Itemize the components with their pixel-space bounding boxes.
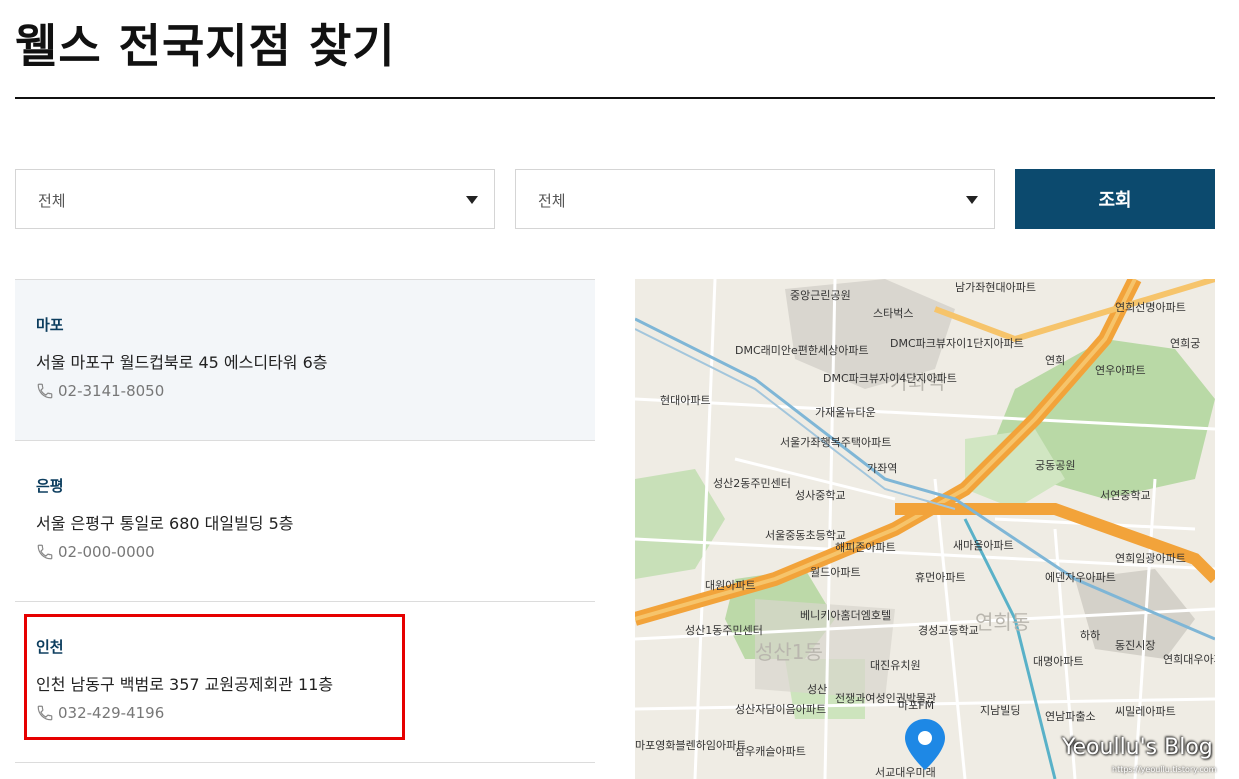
svg-text:지남빌딩: 지남빌딩 [980, 704, 1020, 717]
district-select[interactable]: 전체 [515, 169, 995, 229]
list-divider [15, 762, 595, 763]
svg-text:성산1동주민센터: 성산1동주민센터 [685, 624, 763, 637]
branch-address: 인천 남동구 백범로 357 교원공제회관 11층 [36, 675, 334, 694]
branch-name: 마포 [36, 316, 64, 334]
svg-text:대진유치원: 대진유치원 [870, 659, 921, 672]
map-view[interactable]: 가좌역 성산1동 연희동 중앙근린공원 남가좌현대아파트 스타벅스 연희선명아파… [635, 279, 1215, 779]
svg-text:성산1동: 성산1동 [755, 640, 823, 664]
phone-icon [37, 544, 53, 560]
svg-text:DMC파크뷰자이4단지아파트: DMC파크뷰자이4단지아파트 [823, 372, 957, 385]
svg-text:성산2동주민센터: 성산2동주민센터 [713, 477, 791, 490]
svg-text:대명아파트: 대명아파트 [1033, 655, 1084, 668]
branch-item-eunpyeong[interactable]: 은평 서울 은평구 통일로 680 대일빌딩 5층 02-000-0000 [15, 440, 595, 601]
svg-text:성산자담이음아파트: 성산자담이음아파트 [735, 703, 826, 716]
svg-text:서연중학교: 서연중학교 [1100, 489, 1151, 502]
svg-text:마포FM: 마포FM [898, 699, 934, 712]
branch-phone[interactable]: 02-000-0000 [36, 543, 155, 561]
title-divider [15, 97, 1215, 99]
branch-name: 인천 [36, 638, 64, 656]
svg-text:DMC파크뷰자이1단지아파트: DMC파크뷰자이1단지아파트 [890, 337, 1024, 350]
branch-phone-number: 02-3141-8050 [58, 382, 165, 400]
watermark: Yeoullu's Blog [1062, 735, 1213, 760]
svg-text:남가좌현대아파트: 남가좌현대아파트 [955, 281, 1036, 294]
svg-text:마포영화블렌하임아파트: 마포영화블렌하임아파트 [635, 738, 746, 752]
branch-phone[interactable]: 02-3141-8050 [36, 382, 164, 400]
svg-text:베니키아홈더엠호텔: 베니키아홈더엠호텔 [800, 608, 891, 622]
page-title: 웰스 전국지점 찾기 [15, 19, 396, 73]
svg-text:연희대우아파트: 연희대우아파트 [1163, 653, 1215, 666]
svg-text:연희동: 연희동 [975, 610, 1030, 634]
svg-text:에덴자우아파트: 에덴자우아파트 [1045, 571, 1116, 584]
search-button[interactable]: 조회 [1015, 169, 1215, 229]
svg-text:경성고등학교: 경성고등학교 [918, 624, 979, 637]
svg-text:대원아파트: 대원아파트 [705, 579, 756, 592]
svg-text:동진시장: 동진시장 [1115, 639, 1155, 652]
branch-item-incheon[interactable]: 인천 인천 남동구 백범로 357 교원공제회관 11층 032-429-419… [15, 601, 595, 762]
svg-text:성산: 성산 [807, 683, 827, 696]
svg-text:궁동공원: 궁동공원 [1035, 459, 1075, 472]
chevron-down-icon [466, 196, 478, 204]
branch-phone-number: 02-000-0000 [58, 543, 155, 561]
svg-text:해피존아파트: 해피존아파트 [835, 540, 896, 554]
svg-text:하하: 하하 [1080, 628, 1100, 642]
watermark-url: https://yeoullu.tistory.com [1112, 765, 1217, 774]
branch-address: 서울 은평구 통일로 680 대일빌딩 5층 [36, 514, 294, 533]
svg-text:새마을아파트: 새마을아파트 [953, 539, 1014, 552]
district-select-value: 전체 [538, 192, 566, 210]
phone-icon [37, 705, 53, 721]
svg-text:현대아파트: 현대아파트 [660, 394, 711, 407]
region-select[interactable]: 전체 [15, 169, 495, 229]
svg-text:연희임광아파트: 연희임광아파트 [1115, 552, 1186, 565]
branch-address: 서울 마포구 월드컵북로 45 에스디타워 6층 [36, 353, 328, 372]
branch-name: 은평 [36, 477, 64, 495]
chevron-down-icon [966, 196, 978, 204]
branch-list: 마포 서울 마포구 월드컵북로 45 에스디타워 6층 02-3141-8050… [15, 279, 595, 763]
svg-text:성사중학교: 성사중학교 [795, 489, 846, 502]
svg-text:연희: 연희 [1045, 354, 1065, 367]
svg-text:연우아파트: 연우아파트 [1095, 364, 1146, 377]
region-select-value: 전체 [38, 192, 66, 210]
svg-text:연남파출소: 연남파출소 [1045, 710, 1096, 723]
svg-text:서울가좌행복주택아파트: 서울가좌행복주택아파트 [780, 436, 891, 449]
svg-text:중앙근린공원: 중앙근린공원 [790, 289, 851, 302]
phone-icon [37, 383, 53, 399]
svg-text:휴먼아파트: 휴먼아파트 [915, 571, 966, 584]
branch-phone-number: 032-429-4196 [58, 704, 165, 722]
svg-text:연희선명아파트: 연희선명아파트 [1115, 301, 1186, 314]
svg-text:가좌역: 가좌역 [867, 462, 897, 475]
svg-text:월드아파트: 월드아파트 [810, 566, 861, 579]
svg-text:가재울뉴타운: 가재울뉴타운 [815, 406, 876, 419]
branch-item-mapo[interactable]: 마포 서울 마포구 월드컵북로 45 에스디타워 6층 02-3141-8050 [15, 279, 595, 440]
svg-text:연희궁: 연희궁 [1170, 337, 1200, 350]
svg-text:삼우캐슬아파트: 삼우캐슬아파트 [735, 745, 806, 758]
svg-text:DMC래미안e편한세상아파트: DMC래미안e편한세상아파트 [735, 344, 869, 357]
branch-phone[interactable]: 032-429-4196 [36, 704, 164, 722]
svg-text:스타벅스: 스타벅스 [873, 307, 913, 320]
svg-text:서울중동초등학교: 서울중동초등학교 [765, 529, 846, 542]
svg-text:씨밀레아파트: 씨밀레아파트 [1115, 705, 1176, 718]
map-canvas[interactable]: 가좌역 성산1동 연희동 중앙근린공원 남가좌현대아파트 스타벅스 연희선명아파… [635, 279, 1215, 779]
